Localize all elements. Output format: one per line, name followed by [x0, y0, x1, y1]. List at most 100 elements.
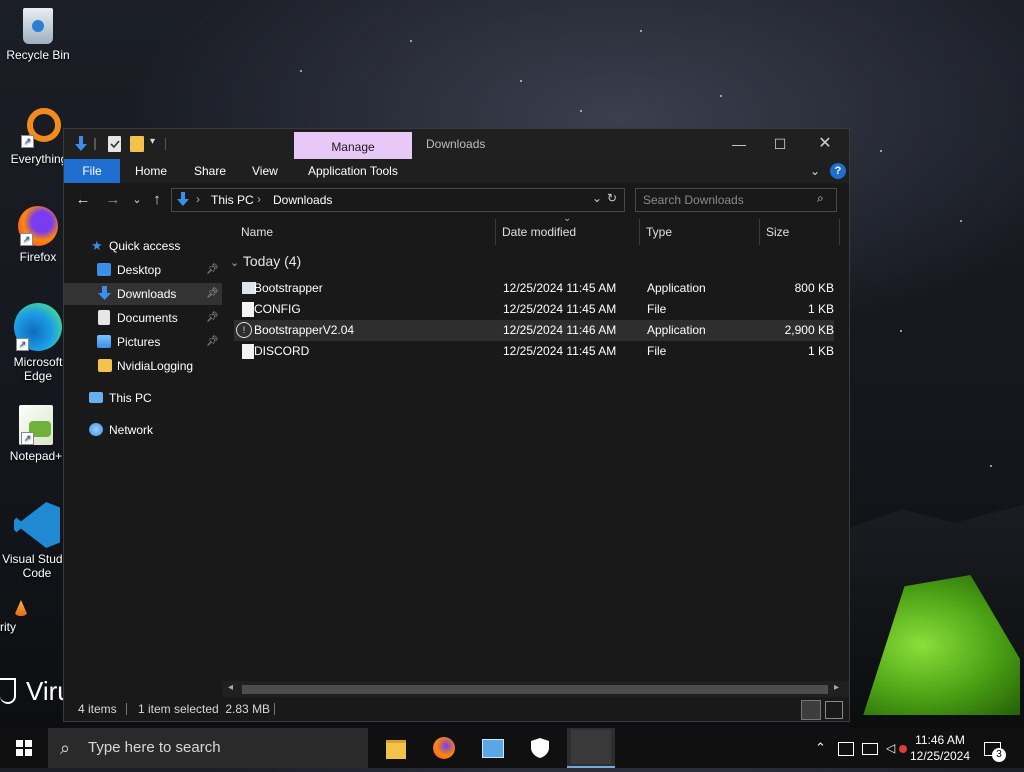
scrollbar-thumb[interactable] — [242, 685, 828, 694]
column-separator[interactable] — [839, 219, 840, 245]
nav-network[interactable]: Network — [64, 419, 222, 441]
vscode-icon: ↗ — [14, 502, 60, 548]
column-name[interactable]: Name — [241, 219, 273, 245]
tab-application-tools[interactable]: Application Tools — [308, 159, 398, 183]
table-row[interactable]: ! BootstrapperV2.04 12/25/2024 11:46 AM … — [234, 320, 834, 341]
explorer-window[interactable]: ▾ Manage Downloads — ☐ ✕ File Home Share… — [63, 128, 850, 722]
computer-icon — [89, 392, 103, 403]
nav-item-nvidialogging[interactable]: NvidiaLogging — [64, 355, 222, 377]
nav-label: Pictures — [117, 335, 161, 349]
firefox-icon: ↗ — [18, 206, 58, 246]
tab-share[interactable]: Share — [194, 159, 226, 183]
nav-item-pictures[interactable]: Pictures 📌︎ — [64, 331, 222, 353]
search-box[interactable]: Search Downloads ⌕ — [635, 188, 837, 212]
breadcrumb-downloads[interactable]: Downloads — [273, 193, 332, 207]
taskbar-active-window[interactable] — [567, 728, 615, 768]
minimize-icon: — — [732, 136, 746, 152]
volume-tray-icon[interactable]: ◁ — [886, 728, 907, 768]
table-row[interactable]: CONFIG 12/25/2024 11:45 AM File 1 KB — [234, 299, 834, 320]
security-icon — [14, 600, 28, 616]
taskbar-file-explorer[interactable] — [372, 728, 420, 768]
show-hidden-icons-button[interactable]: ⌃ — [815, 728, 826, 768]
expand-ribbon-icon[interactable]: ⌄ — [810, 159, 820, 183]
clock[interactable]: 11:46 AM 12/25/2024 — [908, 728, 972, 772]
nav-this-pc[interactable]: This PC — [64, 387, 222, 409]
nav-label: Network — [109, 423, 154, 437]
desktop-icon-vscode[interactable]: ↗ Visual Studio Code — [2, 502, 72, 580]
tab-manage[interactable]: Manage — [294, 132, 412, 160]
file-name: DISCORD — [254, 344, 310, 358]
up-button[interactable]: ↑ — [148, 191, 166, 209]
notepad-plus-icon: ↗ — [19, 405, 53, 445]
taskbar-security[interactable] — [516, 728, 564, 768]
breadcrumb-this-pc[interactable]: This PC — [211, 193, 254, 207]
maximize-button[interactable]: ☐ — [760, 134, 800, 154]
forward-button[interactable]: → — [104, 191, 122, 209]
recent-locations-button[interactable]: ⌄ — [128, 191, 146, 209]
back-button[interactable]: ← — [74, 191, 92, 209]
scroll-right-icon[interactable]: ▸ — [834, 682, 839, 693]
column-separator[interactable] — [639, 219, 640, 245]
downloads-folder-icon — [98, 286, 111, 308]
scroll-left-icon[interactable]: ◂ — [228, 682, 233, 693]
documents-folder-icon — [98, 310, 110, 325]
desktop-icon-label: Firefox — [19, 250, 57, 264]
table-row[interactable]: Bootstrapper 12/25/2024 11:45 AM Applica… — [234, 278, 834, 299]
taskbar-search[interactable]: ⌕ Type here to search — [48, 728, 368, 768]
desktop-icon-label: Notepad+ — [9, 449, 63, 463]
shield-icon — [531, 738, 549, 758]
group-label: Today (4) — [242, 253, 302, 269]
column-size[interactable]: Size — [766, 219, 789, 245]
taskbar-firefox[interactable] — [420, 728, 468, 768]
nav-quick-access[interactable]: ★ Quick access — [64, 235, 222, 257]
action-center-button[interactable]: 3 — [984, 728, 1006, 768]
nav-item-desktop[interactable]: Desktop 📌︎ — [64, 259, 222, 281]
desktop-icon-notepad-plus[interactable]: ↗ Notepad+ — [4, 405, 68, 463]
column-separator[interactable] — [495, 219, 496, 245]
tray-app-icon[interactable] — [838, 728, 854, 768]
star-icon: ★ — [91, 238, 103, 253]
customize-quick-access-icon[interactable]: ▾ — [150, 136, 160, 152]
search-input[interactable]: Search Downloads — [643, 193, 744, 207]
desktop-icon-edge[interactable]: ↗ Microsoft Edge — [6, 303, 70, 383]
nav-item-documents[interactable]: Documents 📌︎ — [64, 307, 222, 329]
table-row[interactable]: DISCORD 12/25/2024 11:45 AM File 1 KB — [234, 341, 834, 362]
partial-shield-icon — [0, 678, 16, 704]
horizontal-scrollbar[interactable]: ◂ ▸ — [222, 681, 849, 697]
new-folder-icon[interactable] — [130, 136, 144, 152]
help-icon[interactable]: ? — [830, 163, 846, 179]
close-button[interactable]: ✕ — [805, 134, 845, 154]
network-tray-icon[interactable] — [862, 728, 878, 768]
nav-item-downloads[interactable]: Downloads 📌︎ — [64, 283, 222, 305]
taskbar-control-panel[interactable] — [468, 728, 516, 768]
nav-label: NvidiaLogging — [117, 359, 194, 373]
refresh-icon[interactable]: ↻ — [607, 191, 617, 205]
breadcrumb-separator-icon: › — [196, 192, 200, 206]
address-bar[interactable]: › This PC › Downloads ⌄ ↻ — [171, 188, 625, 212]
column-type[interactable]: Type — [646, 219, 672, 245]
network-icon — [89, 423, 103, 436]
address-dropdown-icon[interactable]: ⌄ — [592, 191, 602, 205]
desktop-icon-firefox[interactable]: ↗ Firefox — [6, 206, 70, 264]
desktop-icon-security[interactable]: rity — [0, 600, 30, 634]
minimize-button[interactable]: — — [719, 134, 759, 154]
notification-count-badge: 3 — [992, 748, 1006, 762]
tab-view[interactable]: View — [252, 159, 278, 183]
column-separator[interactable] — [759, 219, 760, 245]
tab-home[interactable]: Home — [135, 159, 167, 183]
shortcut-arrow-icon: ↗ — [16, 338, 29, 351]
large-icons-view-button[interactable] — [825, 701, 843, 719]
edge-icon: ↗ — [14, 303, 62, 351]
tab-file[interactable]: File — [64, 159, 120, 183]
title-bar[interactable]: ▾ Manage Downloads — ☐ ✕ — [64, 129, 849, 160]
properties-icon[interactable] — [108, 136, 121, 152]
chevron-down-icon: ⌄ — [230, 257, 240, 269]
start-button[interactable] — [0, 728, 48, 768]
status-item-count: 4 items — [78, 702, 117, 716]
file-size: 1 KB — [807, 344, 834, 358]
address-row: ← → ⌄ ↑ › This PC › Downloads ⌄ ↻ Search… — [64, 185, 849, 215]
group-header-today[interactable]: ⌄ Today (4) — [230, 253, 301, 269]
taskbar-search-input[interactable]: Type here to search — [88, 728, 221, 768]
desktop-icon-recycle-bin[interactable]: Recycle Bin — [6, 8, 70, 62]
details-view-button[interactable] — [801, 700, 821, 720]
